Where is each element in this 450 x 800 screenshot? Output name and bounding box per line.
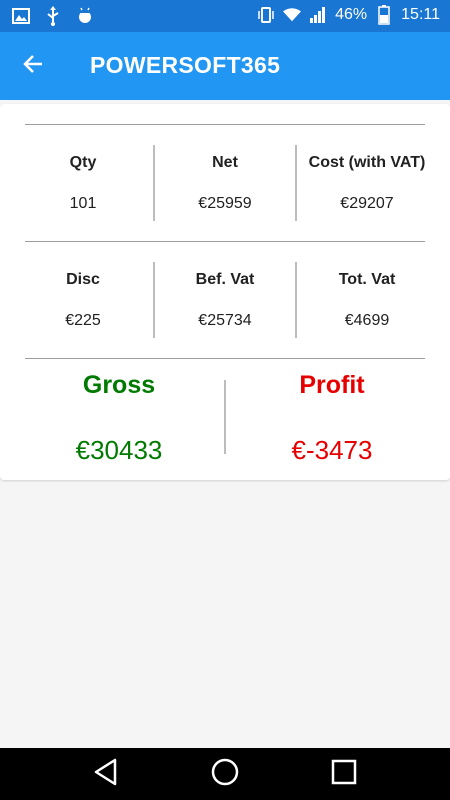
status-bar: 46% 15:11 [0, 0, 450, 32]
summary-card: Qty 101 Net €25959 Cost (with VAT) €2920… [0, 104, 450, 480]
battery-percent: 46% [335, 6, 368, 23]
signal-icon [309, 5, 327, 25]
column-divider [224, 380, 226, 454]
net-value: €25959 [198, 195, 252, 212]
back-button[interactable] [16, 49, 50, 83]
column-divider [295, 145, 297, 221]
status-bar-notifications [12, 6, 94, 26]
net-label: Net [212, 154, 238, 171]
total-vat-value: €4699 [344, 312, 390, 329]
cost-with-vat-label: Cost (with VAT) [308, 154, 426, 171]
nav-back-button[interactable] [90, 758, 122, 790]
system-nav-bar [0, 748, 450, 800]
gross-value: €30433 [75, 435, 163, 465]
arrow-back-icon [22, 53, 44, 80]
vibrate-icon [257, 5, 275, 25]
total-vat-label: Tot. Vat [338, 271, 396, 288]
app-title: POWERSOFT365 [90, 52, 281, 78]
app-bar: POWERSOFT365 [0, 32, 450, 100]
qty-value: 101 [69, 195, 97, 212]
clock: 15:11 [401, 6, 440, 23]
column-divider [153, 262, 155, 338]
divider [25, 358, 425, 359]
qty-label: Qty [69, 154, 97, 171]
home-circle-icon [211, 758, 239, 791]
android-debug-icon [76, 6, 94, 26]
before-vat-label: Bef. Vat [195, 271, 255, 288]
wifi-icon [283, 5, 302, 25]
divider [25, 241, 425, 242]
cost-with-vat-value: €29207 [340, 195, 394, 212]
gross-label: Gross [82, 371, 156, 399]
disc-value: €225 [65, 312, 101, 329]
back-triangle-icon [93, 758, 119, 791]
before-vat-value: €25734 [198, 312, 252, 329]
nav-home-button[interactable] [209, 758, 241, 790]
divider [25, 124, 425, 125]
profit-label: Profit [299, 371, 365, 399]
battery-icon [375, 5, 393, 25]
status-bar-system: 46% 15:11 [257, 5, 440, 25]
column-divider [295, 262, 297, 338]
profit-value: €-3473 [291, 435, 373, 465]
column-divider [153, 145, 155, 221]
usb-icon [44, 6, 62, 26]
disc-label: Disc [66, 271, 100, 288]
recents-square-icon [331, 759, 357, 790]
nav-recents-button[interactable] [328, 758, 360, 790]
image-icon [12, 6, 30, 26]
